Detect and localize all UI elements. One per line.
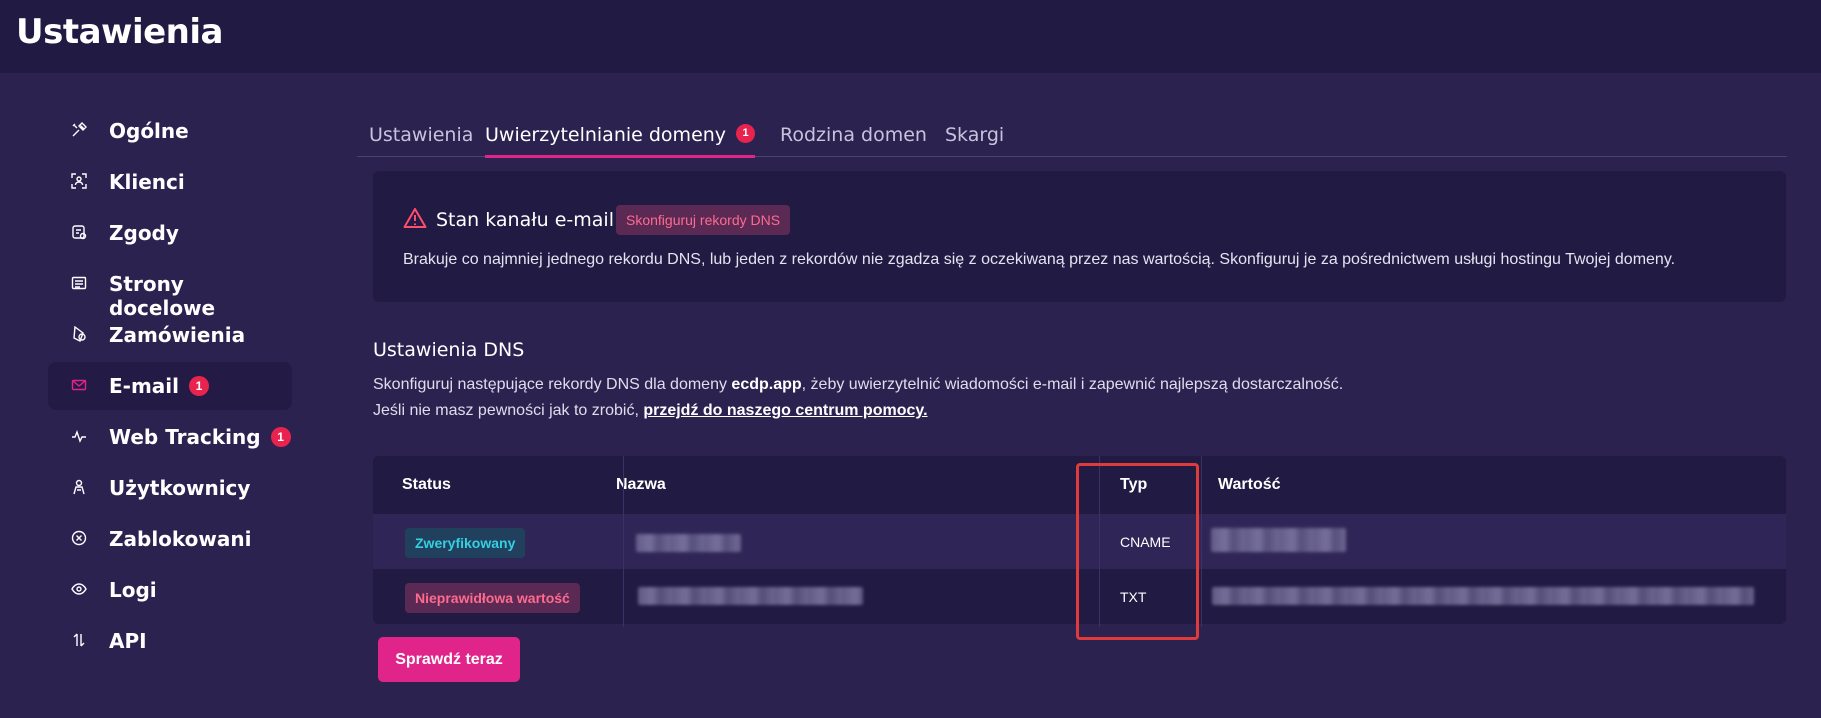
help-text: Jeśli nie masz pewności jak to zrobić,: [373, 402, 644, 419]
redacted-name: [638, 587, 863, 605]
sidebar-item-klienci[interactable]: Klienci: [48, 158, 292, 206]
redacted-value: [1211, 528, 1346, 552]
status-badge: Skonfiguruj rekordy DNS: [616, 205, 791, 235]
blocked-icon: [70, 529, 88, 547]
notification-badge: 1: [736, 124, 756, 143]
consent-icon: [70, 223, 88, 241]
desc-text: , żeby uwierzytelnić wiadomości e-mail i…: [801, 376, 1344, 393]
sidebar-item-label: Zamówienia: [109, 323, 246, 347]
warning-icon: [403, 207, 427, 229]
users-icon: [70, 478, 88, 496]
sidebar-item-label: Zgody: [109, 221, 179, 245]
notification-badge: 1: [189, 376, 210, 396]
sidebar-item-api[interactable]: API: [48, 617, 292, 665]
top-bar: Ustawienia: [0, 0, 1821, 73]
alert-title: Stan kanału e-mail: [436, 209, 614, 231]
sidebar-item-strony-docelowe[interactable]: Strony docelowe: [48, 260, 292, 320]
arrows-icon: [70, 631, 88, 649]
notification-badge: 1: [270, 427, 291, 447]
mail-icon: [70, 376, 88, 394]
status-badge: Nieprawidłowa wartość: [405, 583, 580, 613]
activity-icon: [70, 427, 88, 445]
sidebar-item-label: Użytkownicy: [109, 476, 251, 500]
sidebar-item-web-tracking[interactable]: Web Tracking 1: [48, 413, 292, 461]
highlight-box: [1076, 463, 1199, 640]
column-divider: [1201, 456, 1202, 627]
sidebar-item-zgody[interactable]: Zgody: [48, 209, 292, 257]
tab-ustawienia[interactable]: Ustawienia: [369, 124, 473, 155]
dns-section-title: Ustawienia DNS: [373, 339, 525, 361]
sidebar-item-label: API: [109, 629, 147, 653]
page-icon: [70, 274, 88, 292]
column-header-status: Status: [402, 476, 451, 493]
eye-icon: [70, 580, 88, 598]
person-frame-icon: [70, 172, 88, 190]
sidebar-item-email[interactable]: E-mail 1: [48, 362, 292, 410]
sidebar-item-label: E-mail 1: [109, 374, 210, 398]
sidebar: Ogólne Klienci Zgody Strony docelowe Zam…: [48, 107, 292, 668]
check-now-button[interactable]: Sprawdź teraz: [378, 637, 520, 682]
sidebar-item-zamowienia[interactable]: Zamówienia: [48, 311, 292, 359]
status-badge: Zweryfikowany: [405, 528, 526, 558]
help-center-link[interactable]: przejdź do naszego centrum pomocy.: [643, 402, 927, 419]
column-header-value: Wartość: [1218, 476, 1281, 493]
sidebar-item-label: Logi: [109, 578, 157, 602]
email-channel-alert: Stan kanału e-mail Skonfiguruj rekordy D…: [373, 171, 1786, 302]
tab-bar: Ustawienia Uwierzytelnianie domeny 1 Rodz…: [357, 120, 1787, 158]
tab-skargi[interactable]: Skargi: [945, 124, 1004, 155]
sidebar-item-logi[interactable]: Logi: [48, 566, 292, 614]
desc-text: Skonfiguruj następujące rekordy DNS dla …: [373, 376, 732, 393]
tab-rodzina-domen[interactable]: Rodzina domen: [780, 124, 927, 155]
column-divider: [623, 456, 624, 627]
alert-text: Brakuje co najmniej jednego rekordu DNS,…: [403, 251, 1676, 268]
sidebar-item-ogolne[interactable]: Ogólne: [48, 107, 292, 155]
sidebar-item-label: Klienci: [109, 170, 185, 194]
dns-description: Skonfiguruj następujące rekordy DNS dla …: [373, 372, 1343, 424]
redacted-name: [636, 534, 741, 552]
sidebar-item-label: Zablokowani: [109, 527, 252, 551]
tab-uwierzytelnianie-domeny[interactable]: Uwierzytelnianie domeny 1: [485, 124, 756, 158]
sidebar-item-uzytkownicy[interactable]: Użytkownicy: [48, 464, 292, 512]
domain-name: ecdp.app: [731, 376, 802, 393]
page-title: Ustawienia: [16, 12, 223, 52]
sidebar-item-label: Ogólne: [109, 119, 189, 143]
sidebar-item-zablokowani[interactable]: Zablokowani: [48, 515, 292, 563]
coin-icon: [70, 325, 88, 343]
redacted-value: [1212, 587, 1754, 605]
sidebar-item-label: Web Tracking 1: [109, 425, 291, 449]
tools-icon: [70, 121, 88, 139]
